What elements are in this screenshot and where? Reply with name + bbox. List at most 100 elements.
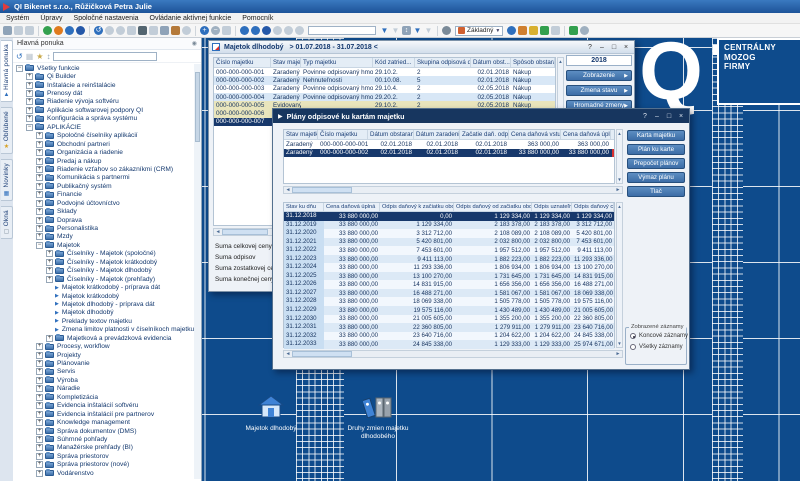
column-header-stav-majetku[interactable]: Stav majetku	[284, 130, 318, 139]
plan-row-31.12.2021[interactable]: 31.12.202133 880 000,005 420 801,002 032…	[284, 238, 614, 247]
tree-item-v-roba[interactable]: +Výroba	[13, 376, 194, 384]
add-icon[interactable]: +	[200, 26, 209, 35]
expander-icon[interactable]: +	[36, 352, 43, 359]
radio-icon[interactable]	[630, 344, 636, 350]
card-row-2[interactable]: Zaradený000-000-000-00202.01.201802.01.2…	[284, 149, 614, 158]
desktop-icon-druhy-zmien[interactable]: Druhy zmien majetku dlhodobého	[330, 395, 426, 440]
scroll-left-icon[interactable]: ◄	[284, 351, 292, 357]
tree-item-n-radie[interactable]: +Náradie	[13, 385, 194, 393]
tree-item-s-hrnn-poh-ady[interactable]: +Súhrnné pohľady	[13, 435, 194, 443]
expander-icon[interactable]: +	[46, 267, 53, 274]
dialog1-titlebar[interactable]: Majetok dlhodobý > 01.07.2018 - 31.07.20…	[209, 41, 634, 54]
desktop-icon-majetok-dlhodoby[interactable]: Majetok dlhodobý	[233, 395, 309, 433]
run-icon[interactable]	[569, 26, 578, 35]
radio-option-koncov-z-znamy[interactable]: Koncové záznamy	[630, 333, 686, 339]
tree-item-riadenie-vz-ahov-so-z-kazn-kmi-crm[interactable]: +Riadenie vzťahov so zákazníkmi (CRM)	[13, 165, 194, 173]
view-refresh-icon[interactable]	[507, 26, 516, 35]
expander-icon[interactable]: +	[36, 419, 43, 426]
card-row-1[interactable]: Zaradený000-000-000-00102.01.201802.01.2…	[284, 140, 614, 149]
filter-clear-icon[interactable]: ▼	[391, 26, 400, 35]
filter-icon[interactable]: ▼	[380, 26, 389, 35]
plan-row-31.12.2031[interactable]: 31.12.203133 880 000,0022 360 805,001 27…	[284, 323, 614, 332]
expander-icon[interactable]: +	[36, 166, 43, 173]
expander-icon[interactable]: +	[26, 90, 33, 97]
plan-row-31.12.2028[interactable]: 31.12.202833 880 000,0018 069 338,001 50…	[284, 297, 614, 306]
nav-first-icon[interactable]	[240, 26, 249, 35]
column-header-d-tum-zaradenia[interactable]: Dátum zaradenia	[414, 130, 460, 139]
dialog2-titlebar[interactable]: ▶ Plány odpisové ku kartám majetku ?–□×	[273, 109, 689, 123]
binoculars-icon[interactable]	[138, 26, 147, 35]
plan-table-vscrollbar[interactable]: ▲ ▼	[616, 202, 623, 348]
close-icon[interactable]: ×	[676, 112, 686, 121]
column-header-odpis-da-ov-celkom[interactable]: Odpis daňový celkom	[572, 203, 614, 211]
expander-icon[interactable]: +	[36, 132, 43, 139]
expander-icon[interactable]: +	[46, 250, 53, 257]
sidebar-tab-novinky[interactable]: Novinky▦	[1, 159, 13, 201]
tree-item-evidencia-in-tal-ci-pre-partnerov[interactable]: +Evidencia inštalácií pre partnerov	[13, 410, 194, 418]
nav-next-icon[interactable]	[262, 26, 271, 35]
help-icon[interactable]	[580, 26, 589, 35]
tree-item-majetok-dlhodob-pr-prava-d-t[interactable]: ▶Majetok dlhodobý - príprava dát	[13, 300, 194, 308]
asset-row-1[interactable]: 000-000-000-001ZaradenýPovinne odpisovan…	[214, 68, 555, 76]
pin-icon[interactable]: ◉	[192, 40, 197, 47]
button-prepo-et-pl-nov[interactable]: Prepočet plánov	[627, 158, 685, 169]
expander-icon[interactable]: −	[26, 124, 33, 131]
close-icon[interactable]: ×	[621, 43, 631, 52]
tree-item-projekty[interactable]: +Projekty	[13, 351, 194, 359]
column-header-stav-ku-d-u[interactable]: Stav ku dňu	[284, 203, 324, 211]
expander-icon[interactable]: +	[36, 444, 43, 451]
column-header-odpis-da-ov-od-za-iatku-obdobia[interactable]: Odpis daňový od začiatku obdobia	[454, 203, 532, 211]
mail-icon[interactable]	[529, 26, 538, 35]
scroll-down-icon[interactable]: ▼	[617, 341, 621, 346]
expander-icon[interactable]: +	[36, 394, 43, 401]
plan-table-hscrollbar[interactable]: ◄ ►	[283, 350, 623, 358]
plan-row-31.12.2025[interactable]: 31.12.202533 880 000,0013 100 270,001 73…	[284, 272, 614, 281]
sort-icon[interactable]: ↕	[46, 52, 50, 61]
column-header-cena-da-ov-pln[interactable]: Cena daňová úplná	[324, 203, 380, 211]
expander-icon[interactable]: +	[36, 200, 43, 207]
tree-item-spr-va-priestorov[interactable]: +Správa priestorov	[13, 452, 194, 460]
scroll-left-icon[interactable]: ◄	[214, 229, 222, 235]
asset-row-3[interactable]: 000-000-000-003ZaradenýPovinne odpisovan…	[214, 85, 555, 93]
tree-item-qi-builder[interactable]: +Qi Builder	[13, 72, 194, 80]
tree-item-evidencia-in-tal-ci-softv-ru[interactable]: +Evidencia inštalácií softvéru	[13, 402, 194, 410]
tracking-icon[interactable]	[149, 26, 158, 35]
redo-icon[interactable]	[105, 26, 114, 35]
scroll-left-icon[interactable]: ◄	[284, 187, 292, 193]
tree-item-prenosy-d-t[interactable]: +Prenosy dát	[13, 89, 194, 97]
tree-scrollbar-thumb[interactable]	[195, 72, 200, 142]
expander-icon[interactable]: +	[26, 98, 33, 105]
tree-item-v-etky-funkcie[interactable]: −Všetky funkcie	[13, 64, 194, 72]
menu-pravy[interactable]: Úpravy	[40, 15, 62, 22]
scroll-up-icon[interactable]: ▲	[558, 59, 562, 64]
remove-icon[interactable]: −	[211, 26, 220, 35]
tree-item-vod-renstvo[interactable]: +Vodárenstvo	[13, 469, 194, 477]
scroll-down-icon[interactable]: ▼	[617, 177, 621, 182]
refresh-icon[interactable]	[116, 26, 125, 35]
expander-icon[interactable]: +	[36, 360, 43, 367]
maximize-icon[interactable]: □	[664, 112, 674, 121]
cut-icon[interactable]	[14, 26, 23, 35]
button-tla[interactable]: Tlač	[627, 186, 685, 197]
minimize-icon[interactable]: –	[652, 112, 662, 121]
tree-item-personalistika[interactable]: +Personalistika	[13, 224, 194, 232]
column-header-slo-majetku[interactable]: Číslo majetku	[214, 58, 271, 67]
expander-icon[interactable]: +	[36, 368, 43, 375]
column-header-za-atie-da-odpisu[interactable]: Začatie daň. odpisu	[460, 130, 509, 139]
pencil-icon[interactable]	[551, 26, 560, 35]
tree-item-seln-ky-majetok-kr-tkodob[interactable]: +Číselníky - Majetok krátkodobý	[13, 258, 194, 266]
tree-item-spolo-n-seln-ky-aplik-ci[interactable]: +Spoločné číselníky aplikácií	[13, 132, 194, 140]
plan-row-31.12.2033[interactable]: 31.12.203333 880 000,0024 845 338,001 12…	[284, 340, 614, 349]
menu-pomocn-k[interactable]: Pomocník	[242, 15, 273, 22]
expander-icon[interactable]: +	[26, 73, 33, 80]
profile-select[interactable]: Základný▼	[455, 26, 503, 36]
button-v-maz-pl-nu[interactable]: Výmaz plánu	[627, 172, 685, 183]
tree-item-majetok-dlhodob[interactable]: ▶Majetok dlhodobý	[13, 309, 194, 317]
expander-icon[interactable]: +	[36, 385, 43, 392]
tree-item-knowledge-management[interactable]: +Knowledge management	[13, 418, 194, 426]
tree-item-spr-va-priestorov-nov[interactable]: +Správa priestorov (nové)	[13, 461, 194, 469]
expander-icon[interactable]: +	[26, 115, 33, 122]
scroll-right-icon[interactable]: ►	[614, 351, 622, 357]
radio-option-v-etky-z-znamy[interactable]: Všetky záznamy	[630, 344, 686, 350]
help-icon[interactable]: ?	[640, 112, 650, 121]
